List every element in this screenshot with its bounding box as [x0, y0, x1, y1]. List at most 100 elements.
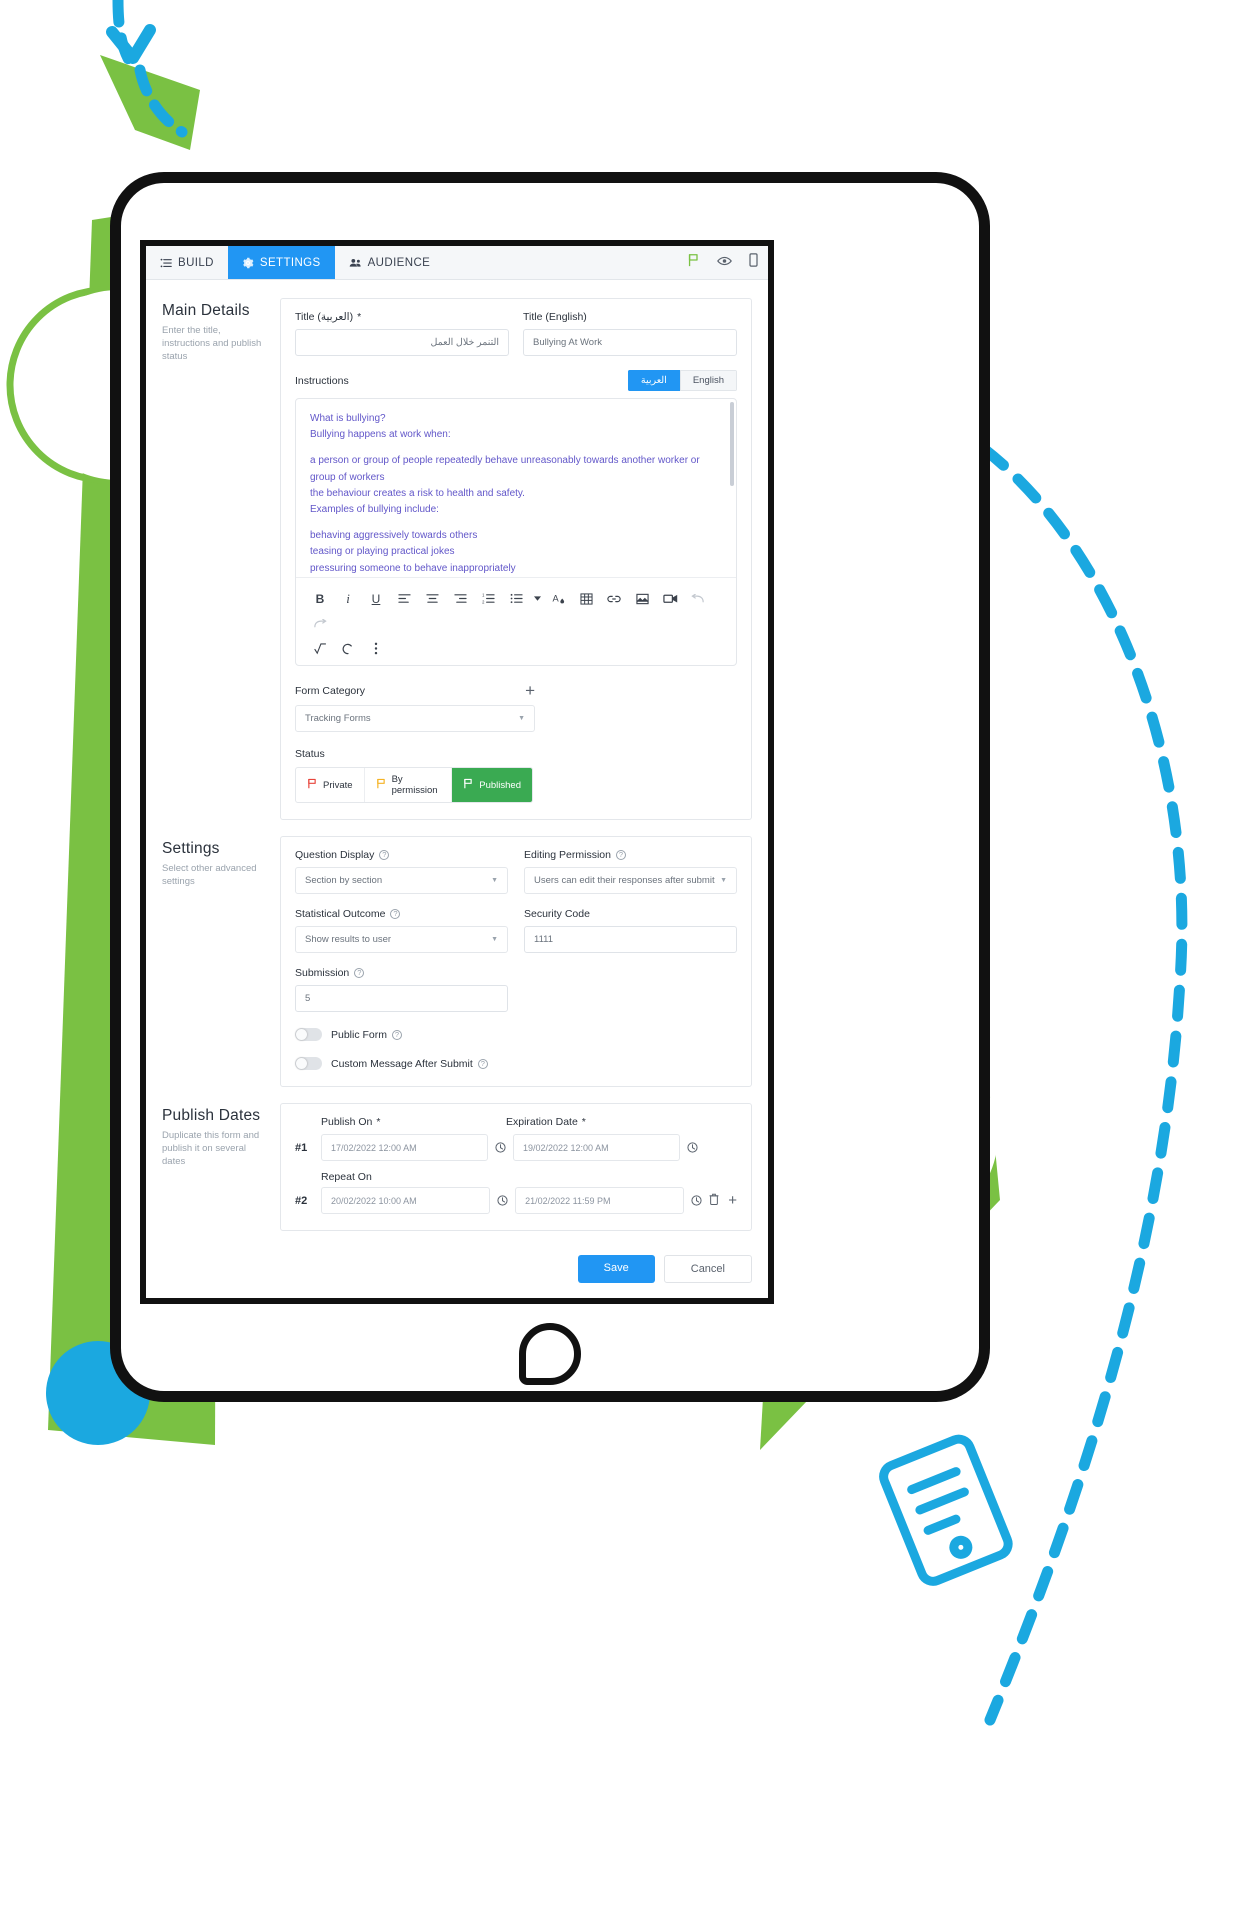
status-by-permission-label: By permission [391, 774, 438, 796]
question-display-select[interactable]: Section by section ▼ [295, 867, 508, 894]
list-icon [160, 257, 172, 269]
editor-scrollbar[interactable] [730, 402, 734, 486]
more-icon[interactable] [362, 636, 390, 661]
publish-date-row: #2 20/02/2022 10:00 AM 21/02/2022 11:59 … [295, 1187, 737, 1214]
expiration-header: Expiration Date * [506, 1116, 677, 1132]
unordered-list-icon[interactable] [502, 586, 530, 611]
expiration-input[interactable]: 19/02/2022 12:00 AM [513, 1134, 680, 1161]
help-icon[interactable]: ? [354, 968, 365, 978]
custom-message-row: Custom Message After Submit ? [295, 1057, 508, 1070]
expiration-required: * [581, 1116, 586, 1128]
flag-icon [376, 778, 386, 792]
main-details-sidebar: Main Details Enter the title, instructio… [162, 298, 280, 820]
mobile-icon[interactable] [749, 253, 758, 272]
delete-icon[interactable] [709, 1192, 719, 1210]
publish-on-input[interactable]: 17/02/2022 12:00 AM [321, 1134, 488, 1161]
status-by-permission-button[interactable]: By permission [365, 768, 453, 802]
title-english-input[interactable]: Bullying At Work [523, 329, 737, 356]
formula-icon[interactable] [306, 636, 334, 661]
public-form-toggle[interactable] [295, 1028, 322, 1041]
image-icon[interactable] [628, 586, 656, 611]
underline-icon[interactable]: U [362, 586, 390, 611]
statistical-outcome-label: Statistical Outcome ? [295, 908, 508, 920]
video-icon[interactable] [656, 586, 684, 611]
align-right-icon[interactable] [446, 586, 474, 611]
text-color-icon[interactable]: A [544, 586, 572, 611]
add-category-button[interactable]: + [525, 682, 535, 699]
gear-icon [242, 257, 254, 269]
ordered-list-icon[interactable]: 1 2 [474, 586, 502, 611]
top-tab-bar: BUILD SETTINGS AUDIENCE [146, 246, 768, 280]
status-private-button[interactable]: Private [296, 768, 365, 802]
title-fields-row: Title (العربية) * التنمر خلال العمل Titl… [295, 311, 737, 356]
main-details-subtitle: Enter the title, instructions and publis… [162, 325, 262, 363]
tab-audience[interactable]: AUDIENCE [335, 246, 445, 279]
tablet-screen: BUILD SETTINGS AUDIENCE Main Details Ent… [140, 240, 774, 1304]
instructions-header: Instructions العربية English [295, 370, 737, 391]
clear-format-icon[interactable] [334, 636, 362, 661]
question-display-label-text: Question Display [295, 849, 375, 861]
redo-icon[interactable] [306, 611, 334, 636]
italic-icon[interactable]: i [334, 586, 362, 611]
align-left-icon[interactable] [390, 586, 418, 611]
svg-text:A: A [552, 593, 559, 603]
public-form-label-text: Public Form [331, 1028, 388, 1041]
expiration-input[interactable]: 21/02/2022 11:59 PM [515, 1187, 685, 1214]
bold-icon[interactable]: B [306, 586, 334, 611]
settings-right-column: Editing Permission ? Users can edit thei… [524, 849, 737, 1070]
table-icon[interactable] [572, 586, 600, 611]
tab-audience-label: AUDIENCE [367, 256, 431, 269]
people-icon [349, 257, 362, 269]
statistical-outcome-select[interactable]: Show results to user ▼ [295, 926, 508, 953]
tab-bar-actions [677, 246, 768, 279]
public-form-label: Public Form ? [331, 1028, 403, 1041]
clock-icon[interactable] [686, 1142, 699, 1153]
section-settings: Settings Select other advanced settings … [162, 836, 752, 1087]
help-icon[interactable]: ? [477, 1058, 488, 1069]
status-published-button[interactable]: Published [452, 768, 532, 802]
home-button[interactable] [519, 1323, 581, 1385]
instructions-editor-body[interactable]: What is bullying? Bullying happens at wo… [296, 399, 736, 577]
cancel-button[interactable]: Cancel [663, 1255, 752, 1283]
publish-dates-header: Publish On * Expiration Date * [295, 1116, 737, 1132]
instructions-language-toggle: العربية English [627, 370, 737, 391]
lang-button-english[interactable]: English [679, 370, 737, 391]
settings-content: Main Details Enter the title, instructio… [146, 280, 768, 1298]
chevron-down-icon: ▼ [491, 936, 498, 943]
custom-message-toggle[interactable] [295, 1057, 322, 1070]
add-row-icon[interactable]: + [728, 1193, 737, 1208]
form-category-select[interactable]: Tracking Forms ▼ [295, 705, 535, 732]
svg-text:2: 2 [482, 600, 485, 604]
flag-icon[interactable] [687, 253, 700, 272]
submission-label: Submission ? [295, 967, 508, 979]
clock-icon[interactable] [496, 1195, 509, 1206]
title-arabic-required: * [357, 311, 362, 323]
align-center-icon[interactable] [418, 586, 446, 611]
tab-settings[interactable]: SETTINGS [227, 246, 335, 279]
instructions-line: teasing or playing practical jokes [310, 546, 455, 558]
undo-icon[interactable] [684, 586, 712, 611]
eye-icon[interactable] [717, 254, 732, 272]
submission-input[interactable]: 5 [295, 985, 508, 1012]
help-icon[interactable]: ? [390, 909, 401, 919]
lang-button-arabic[interactable]: العربية [627, 370, 680, 391]
clock-icon[interactable] [494, 1142, 507, 1153]
chevron-down-icon[interactable] [530, 586, 544, 611]
clock-icon[interactable] [690, 1195, 703, 1206]
chevron-down-icon: ▼ [491, 877, 498, 884]
title-arabic-input[interactable]: التنمر خلال العمل [295, 329, 509, 356]
editing-permission-select[interactable]: Users can edit their responses after sub… [524, 867, 737, 894]
publish-on-label: Publish On * [321, 1116, 492, 1128]
tab-build[interactable]: BUILD [146, 246, 228, 279]
title-english-field: Title (English) Bullying At Work [523, 311, 737, 356]
security-code-input[interactable]: 1111 [524, 926, 737, 953]
flag-icon [463, 778, 473, 792]
help-icon[interactable]: ? [615, 850, 626, 860]
link-icon[interactable] [600, 586, 628, 611]
publish-date-row-number: #2 [295, 1194, 308, 1207]
help-icon[interactable]: ? [379, 850, 390, 860]
help-icon[interactable]: ? [392, 1029, 403, 1040]
section-main-details: Main Details Enter the title, instructio… [162, 298, 752, 820]
publish-on-input[interactable]: 20/02/2022 10:00 AM [321, 1187, 491, 1214]
save-button[interactable]: Save [577, 1255, 655, 1283]
